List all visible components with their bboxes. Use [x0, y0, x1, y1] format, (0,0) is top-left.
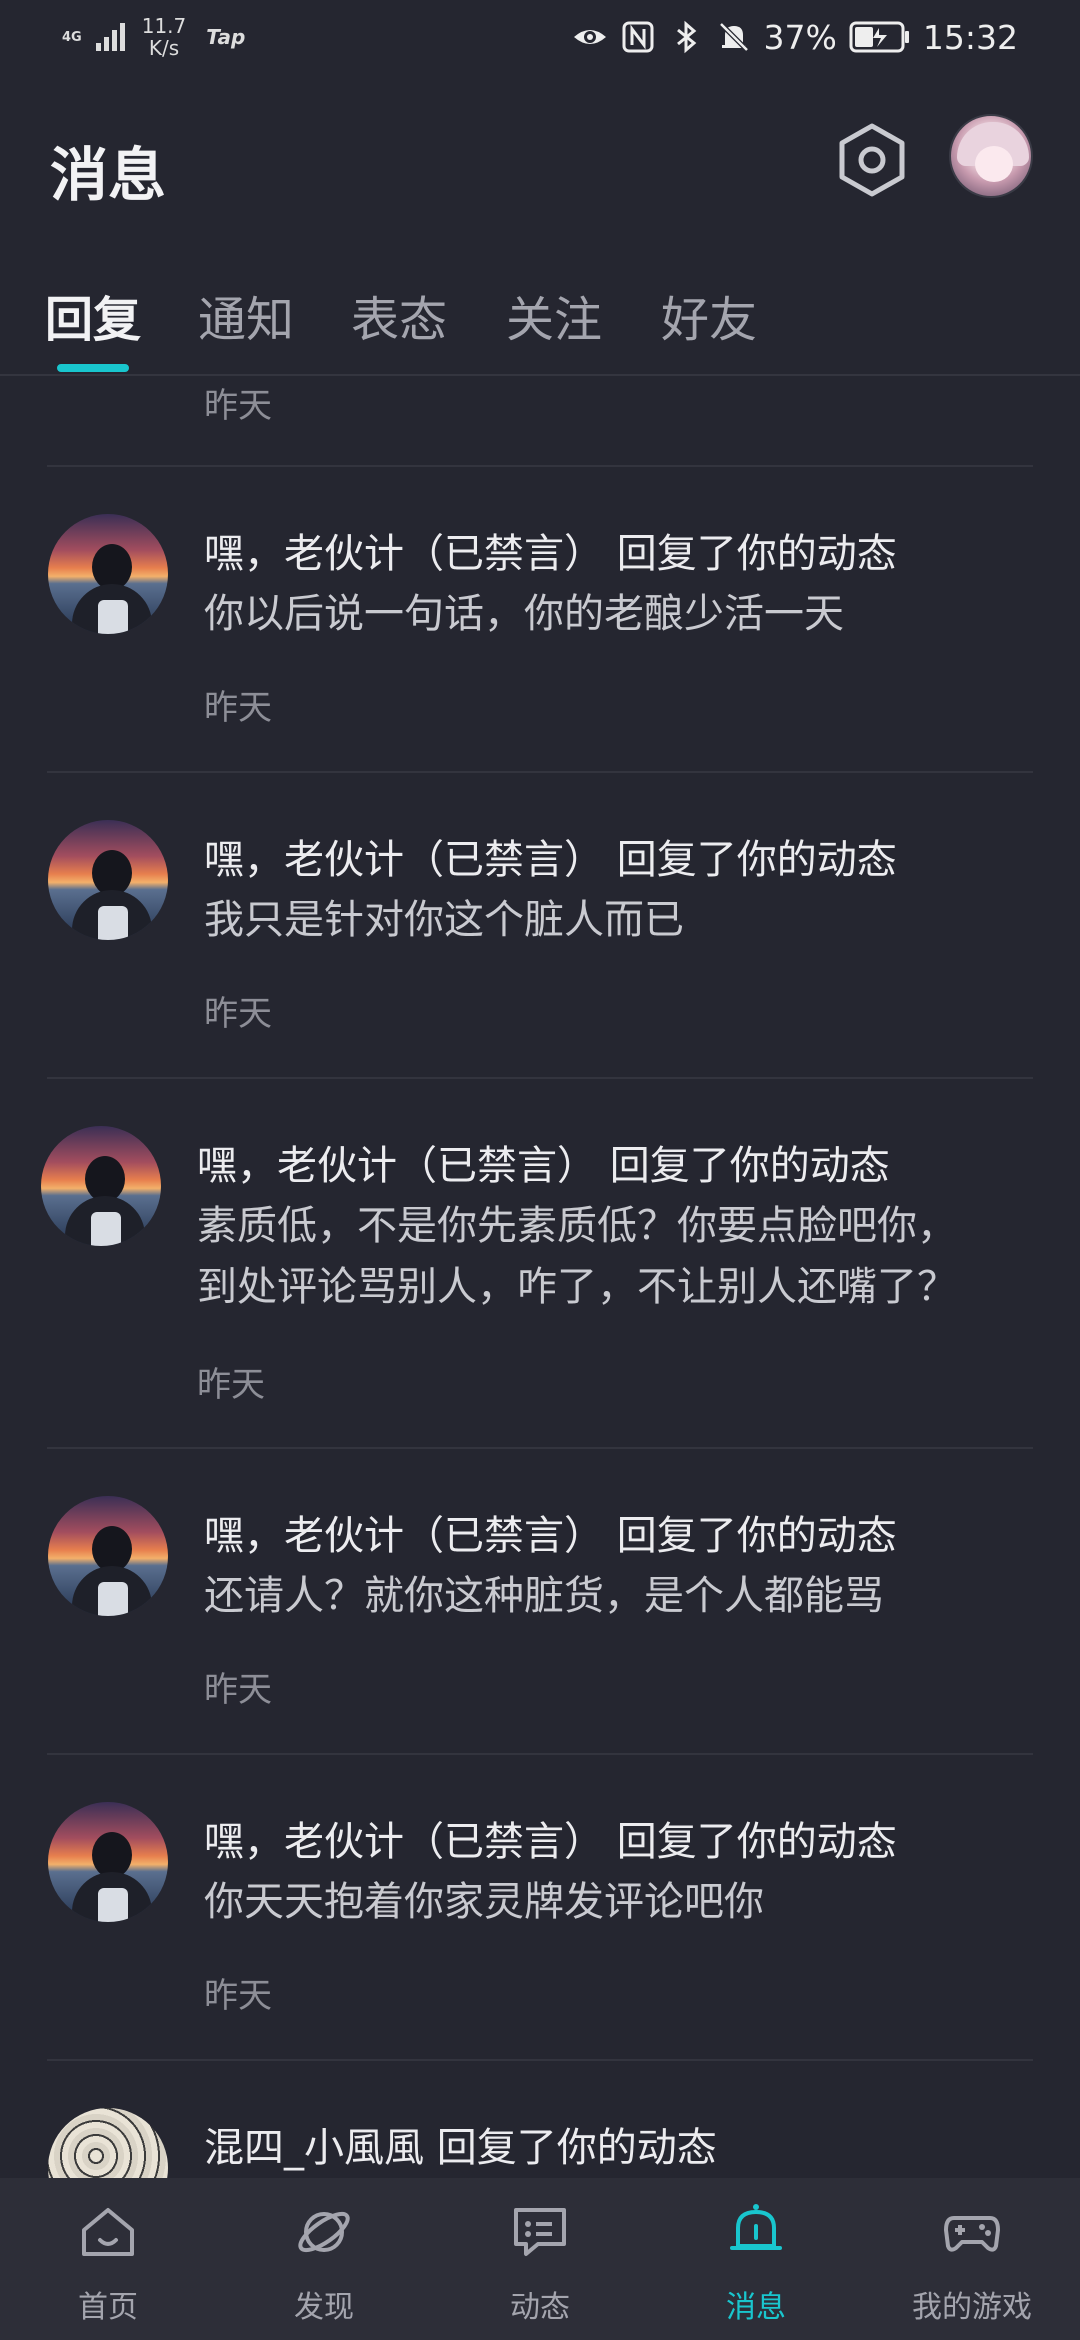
signal-icon	[95, 23, 125, 51]
status-left: 4G 11.7 K/s Tap	[62, 14, 245, 60]
home-icon	[82, 2208, 134, 2256]
avatar-shirt	[91, 1212, 121, 1246]
reply-list[interactable]: 昨天 嘿，老伙计（已禁言） 回复了你的动态 你以后说一句话，你的老酿少活一天 昨…	[0, 378, 1080, 2178]
messages-screen: 4G 11.7 K/s Tap 37% 15:32 消息 回复 通知 表态 关注…	[0, 0, 1080, 2340]
reply-title: 嘿，老伙计（已禁言） 回复了你的动态	[204, 1513, 897, 1559]
status-right: 37% 15:32	[572, 14, 1018, 60]
nav-label: 发现	[294, 2290, 354, 2325]
net-speed-unit: K/s	[148, 36, 180, 60]
tab-follows[interactable]: 关注	[506, 280, 602, 350]
net-speed-value: 11.7	[141, 14, 187, 38]
reply-content: 还请人？就你这种脏货，是个人都能骂	[204, 1573, 884, 1619]
tap-badge: Tap	[206, 25, 246, 49]
nfc-icon	[622, 21, 654, 53]
user-avatar[interactable]	[48, 514, 168, 634]
avatar-shirt	[98, 600, 128, 634]
nav-label: 首页	[78, 2290, 138, 2325]
reply-item[interactable]: 嘿，老伙计（已禁言） 回复了你的动态 你天天抱着你家灵牌发评论吧你 昨天	[0, 1755, 1080, 2059]
tab-notifications[interactable]: 通知	[198, 280, 294, 350]
my-avatar[interactable]	[949, 114, 1033, 198]
reply-time: 昨天	[197, 1365, 265, 1405]
page-title: 消息	[50, 141, 167, 209]
nav-my-games[interactable]: 我的游戏	[864, 2178, 1080, 2340]
nav-label: 我的游戏	[912, 2290, 1032, 2325]
reply-item[interactable]: 混四_小風風 回复了你的动态	[0, 2061, 1080, 2178]
mute-bell-icon	[718, 22, 749, 52]
reply-time: 昨天	[204, 1976, 272, 2016]
reply-title: 嘿，老伙计（已禁言） 回复了你的动态	[197, 1143, 890, 1189]
nav-messages[interactable]: 消息	[648, 2178, 864, 2340]
settings-icon	[839, 123, 905, 197]
user-avatar[interactable]	[41, 1126, 161, 1246]
avatar-shirt	[98, 906, 128, 940]
eye-icon	[573, 30, 606, 44]
reply-item[interactable]: 嘿，老伙计（已禁言） 回复了你的动态 我只是针对你这个脏人而已 昨天	[0, 773, 1080, 1077]
message-tabs: 回复 通知 表态 关注 好友	[0, 262, 1080, 376]
bell-icon	[730, 2204, 782, 2250]
bottom-nav: 首页 发现 动态 消息 我的游戏	[0, 2178, 1080, 2340]
user-avatar[interactable]	[48, 2108, 168, 2178]
reply-time: 昨天	[204, 1670, 272, 1710]
avatar-shirt	[98, 1888, 128, 1922]
tab-replies[interactable]: 回复	[45, 280, 141, 350]
nav-home[interactable]: 首页	[0, 2178, 216, 2340]
reply-time: 昨天	[204, 994, 272, 1034]
status-bar: 4G 11.7 K/s Tap 37% 15:32	[0, 0, 1080, 74]
nav-label: 动态	[510, 2290, 570, 2325]
reply-title: 混四_小風風 回复了你的动态	[204, 2125, 717, 2171]
reply-content: 你天天抱着你家灵牌发评论吧你	[204, 1879, 764, 1925]
reply-content: 素质低，不是你先素质低？你要点脸吧你， 到处评论骂别人，咋了，不让别人还嘴了？	[197, 1196, 1057, 1318]
reply-item[interactable]: 嘿，老伙计（已禁言） 回复了你的动态 素质低，不是你先素质低？你要点脸吧你， 到…	[0, 1079, 1080, 1447]
header: 消息	[0, 100, 1080, 230]
clock: 15:32	[922, 17, 1018, 57]
active-tab-indicator	[57, 364, 129, 372]
partial-item-time: 昨天	[204, 386, 272, 426]
reply-time: 昨天	[204, 688, 272, 728]
tab-friends[interactable]: 好友	[661, 280, 757, 350]
nav-feed[interactable]: 动态	[432, 2178, 648, 2340]
reply-title: 嘿，老伙计（已禁言） 回复了你的动态	[204, 837, 897, 883]
chat-icon	[514, 2208, 566, 2256]
net-speed: 11.7 K/s	[142, 15, 187, 59]
reply-title: 嘿，老伙计（已禁言） 回复了你的动态	[204, 531, 897, 577]
planet-icon	[298, 2211, 350, 2253]
network-type: 4G	[62, 29, 82, 45]
reply-content-line: 到处评论骂别人，咋了，不让别人还嘴了？	[197, 1264, 957, 1310]
nav-discover[interactable]: 发现	[216, 2178, 432, 2340]
battery-icon	[849, 21, 909, 53]
avatar-shirt	[98, 1582, 128, 1616]
reply-content: 你以后说一句话，你的老酿少活一天	[204, 591, 844, 637]
nav-label: 消息	[726, 2290, 786, 2325]
reply-item[interactable]: 嘿，老伙计（已禁言） 回复了你的动态 你以后说一句话，你的老酿少活一天 昨天	[0, 467, 1080, 771]
bluetooth-icon	[676, 20, 696, 54]
tab-reactions[interactable]: 表态	[351, 280, 447, 350]
reply-title: 嘿，老伙计（已禁言） 回复了你的动态	[204, 1819, 897, 1865]
reply-content: 我只是针对你这个脏人而已	[204, 897, 684, 943]
reply-content-line: 素质低，不是你先素质低？你要点脸吧你，	[197, 1203, 957, 1249]
battery-percent: 37%	[763, 17, 837, 57]
reply-item[interactable]: 嘿，老伙计（已禁言） 回复了你的动态 还请人？就你这种脏货，是个人都能骂 昨天	[0, 1449, 1080, 1753]
avatar-face	[975, 146, 1013, 182]
user-avatar[interactable]	[48, 1496, 168, 1616]
user-avatar[interactable]	[48, 1802, 168, 1922]
user-avatar[interactable]	[48, 820, 168, 940]
settings-button[interactable]	[836, 120, 908, 200]
gamepad-icon	[944, 2216, 1000, 2252]
